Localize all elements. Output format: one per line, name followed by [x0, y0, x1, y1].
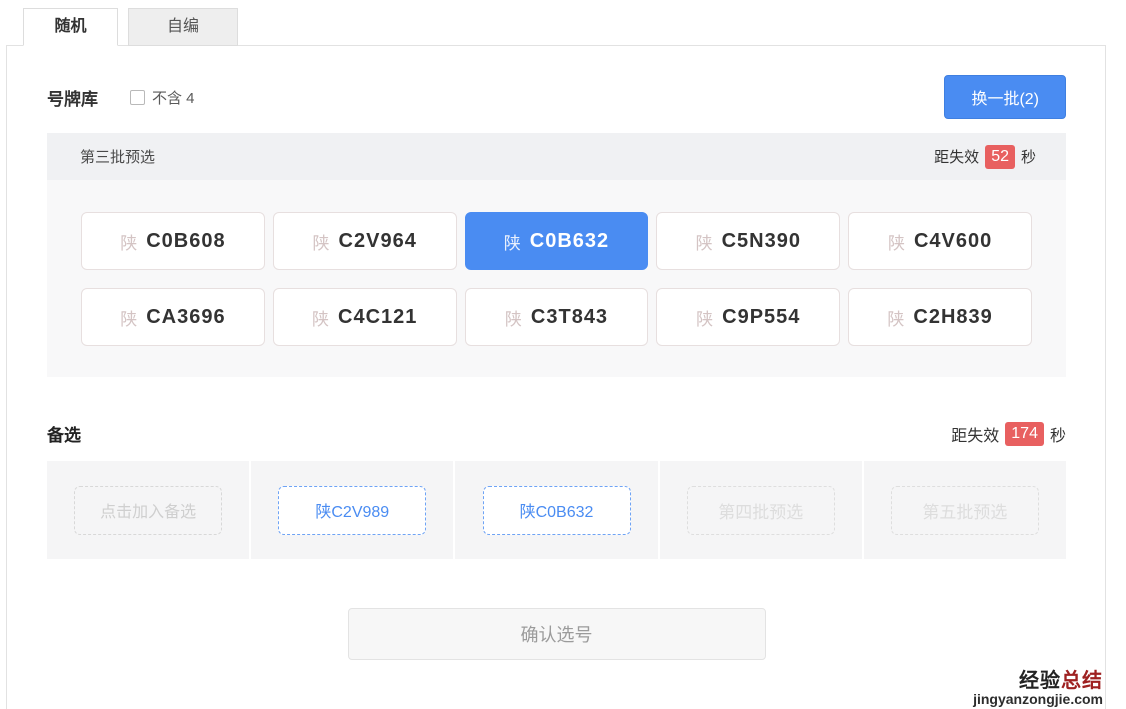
- plate-province: 陕: [313, 229, 330, 254]
- plate-number: C0B632: [530, 230, 609, 253]
- plate-option[interactable]: 陕 C2H839: [848, 288, 1032, 346]
- alternates-expiry-suffix: 秒: [1050, 422, 1066, 446]
- alternate-cell: 第五批预选: [864, 461, 1066, 559]
- alternate-slot-placeholder: 第四批预选: [687, 486, 835, 535]
- plate-option[interactable]: 陕 CA3696: [81, 288, 265, 346]
- alternates-expiry-prefix: 距失效: [951, 422, 999, 446]
- alternate-slot-placeholder: 第五批预选: [891, 486, 1039, 535]
- watermark-title: 经验总结: [973, 671, 1103, 692]
- tab-bar: 随机 自编: [23, 8, 1126, 46]
- plate-number: CA3696: [146, 306, 225, 329]
- plate-province: 陕: [696, 305, 713, 330]
- plate-number: C2V964: [339, 230, 417, 253]
- watermark-title-black: 经验: [1019, 670, 1061, 692]
- plate-option[interactable]: 陕 C9P554: [656, 288, 840, 346]
- plate-province: 陕: [312, 305, 329, 330]
- alternate-slot-filled[interactable]: 陕C2V989: [278, 486, 426, 535]
- plate-province: 陕: [120, 305, 137, 330]
- pool-expiry-prefix: 距失效: [934, 146, 979, 167]
- plate-number: C4V600: [914, 230, 992, 253]
- pool-title: 号牌库: [47, 85, 98, 110]
- alternate-cell: 第四批预选: [660, 461, 862, 559]
- tab-random[interactable]: 随机: [23, 8, 118, 46]
- watermark: 经验总结 jingyanzongjie.com: [973, 671, 1103, 707]
- exclude-4-checkbox[interactable]: [130, 90, 145, 105]
- plate-number: C3T843: [531, 306, 608, 329]
- alternate-cell: 陕C0B632: [455, 461, 657, 559]
- plate-number: C4C121: [338, 306, 417, 329]
- batch-title: 第三批预选: [80, 146, 155, 167]
- exclude-4-label: 不含 4: [152, 87, 195, 108]
- plate-province: 陕: [887, 305, 904, 330]
- plate-number: C5N390: [722, 230, 801, 253]
- watermark-title-red: 总结: [1061, 670, 1103, 692]
- pool-expiry: 距失效 52 秒: [934, 145, 1036, 169]
- alternate-slot-empty[interactable]: 点击加入备选: [74, 486, 222, 535]
- plate-option[interactable]: 陕 C2V964: [273, 212, 457, 270]
- alternate-cell: 点击加入备选: [47, 461, 249, 559]
- plate-option[interactable]: 陕 C0B632: [465, 212, 649, 270]
- plate-option[interactable]: 陕 C3T843: [465, 288, 649, 346]
- alternates-strip: 点击加入备选 陕C2V989 陕C0B632 第四批预选 第五批预选: [47, 461, 1066, 559]
- plate-province: 陕: [696, 229, 713, 254]
- plate-grid: 陕 C0B608 陕 C2V964 陕 C0B632 陕 C5N390 陕 C4V600 陕 CA36…: [81, 212, 1032, 346]
- alternate-slot-filled[interactable]: 陕C0B632: [483, 486, 631, 535]
- alternates-header: 备选 距失效 174 秒: [47, 421, 1066, 446]
- refresh-batch-button[interactable]: 换一批(2): [944, 75, 1066, 119]
- pool-expiry-suffix: 秒: [1021, 146, 1036, 167]
- plate-option[interactable]: 陕 C5N390: [656, 212, 840, 270]
- plate-province: 陕: [888, 229, 905, 254]
- exclude-4-option[interactable]: 不含 4: [130, 87, 195, 108]
- plate-province: 陕: [504, 229, 521, 254]
- watermark-url: jingyanzongjie.com: [973, 692, 1103, 707]
- plate-number: C2H839: [913, 306, 992, 329]
- alternates-expiry: 距失效 174 秒: [951, 422, 1066, 446]
- tab-custom[interactable]: 自编: [128, 8, 238, 46]
- plate-number: C0B608: [146, 230, 225, 253]
- alternates-expiry-countdown-badge: 174: [1005, 422, 1044, 446]
- alternates-title: 备选: [47, 421, 81, 446]
- plate-pool-area: 陕 C0B608 陕 C2V964 陕 C0B632 陕 C5N390 陕 C4V600 陕 CA36…: [47, 180, 1066, 377]
- confirm-selection-button[interactable]: 确认选号: [348, 608, 766, 660]
- plate-option[interactable]: 陕 C4C121: [273, 288, 457, 346]
- plate-number: C9P554: [722, 306, 800, 329]
- plate-province: 陕: [120, 229, 137, 254]
- batch-header-bar: 第三批预选 距失效 52 秒: [47, 133, 1066, 180]
- plate-option[interactable]: 陕 C0B608: [81, 212, 265, 270]
- plate-option[interactable]: 陕 C4V600: [848, 212, 1032, 270]
- alternate-cell: 陕C2V989: [251, 461, 453, 559]
- tab-content-panel: 号牌库 不含 4 换一批(2) 第三批预选 距失效 52 秒 陕C0B608陕C…: [6, 45, 1106, 709]
- pool-header: 号牌库 不含 4 换一批(2): [47, 75, 1066, 119]
- plate-province: 陕: [505, 305, 522, 330]
- pool-expiry-countdown-badge: 52: [985, 145, 1015, 169]
